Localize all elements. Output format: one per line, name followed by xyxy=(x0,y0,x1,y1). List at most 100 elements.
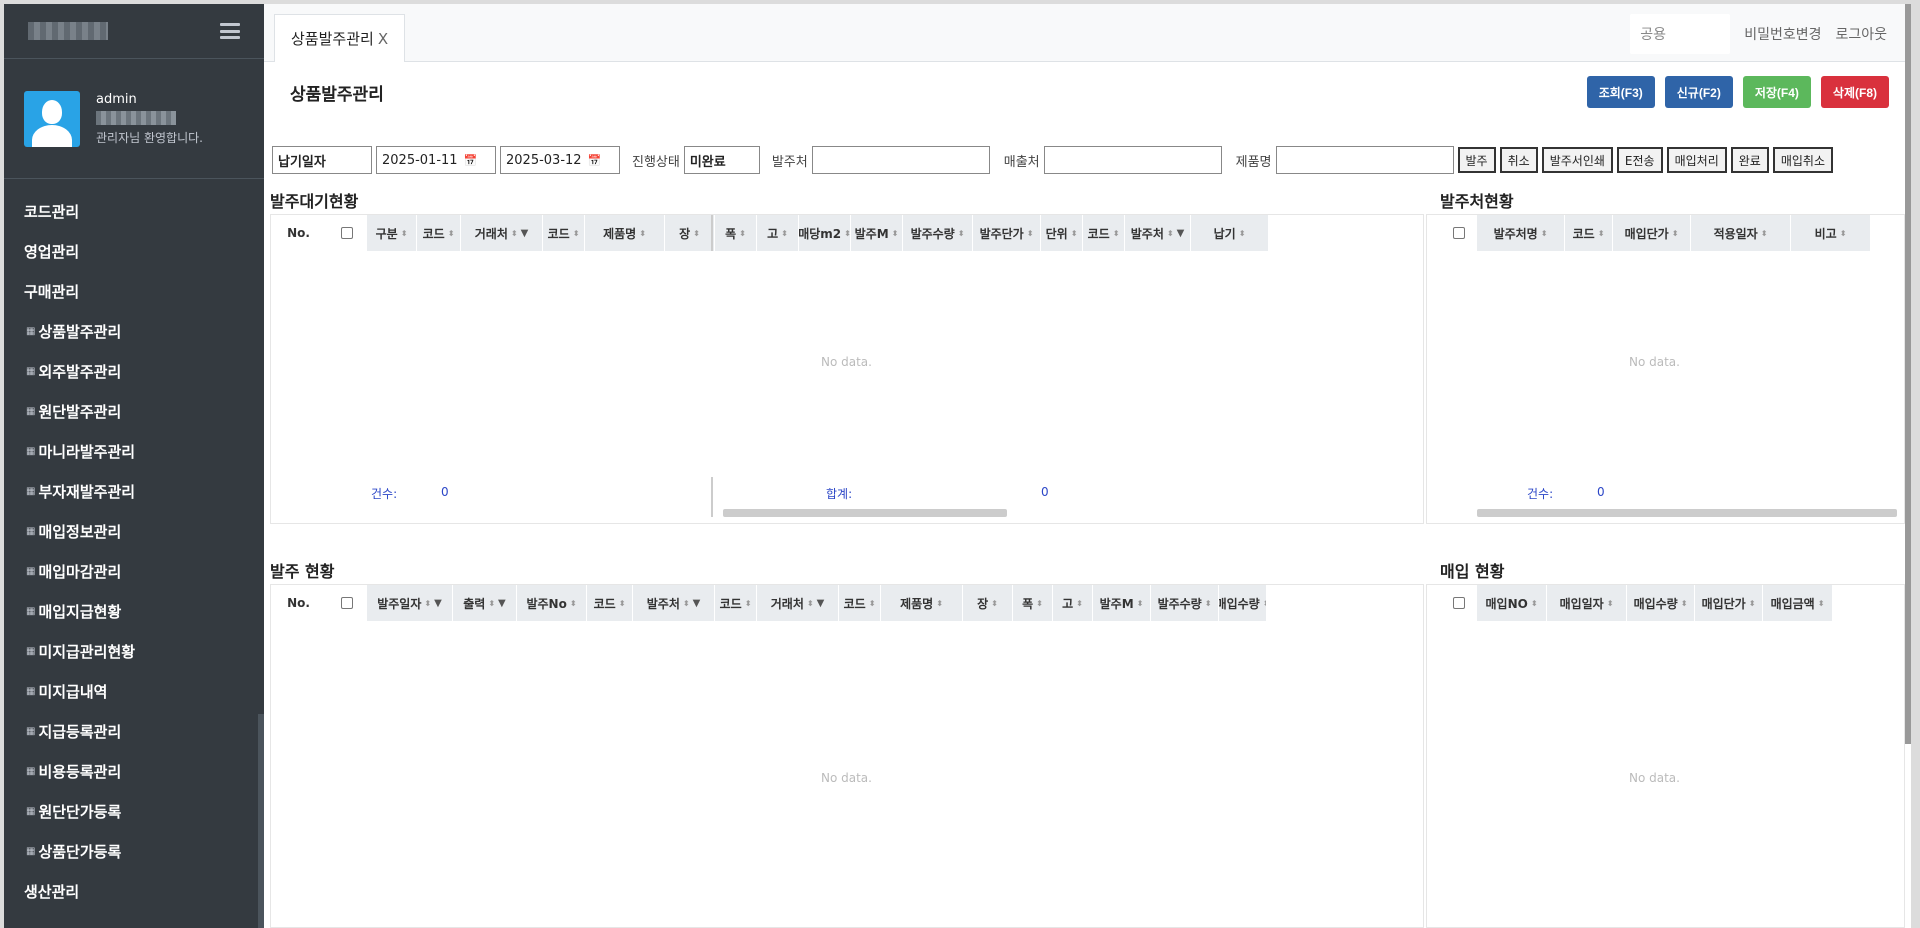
waiting-select-all-checkbox[interactable] xyxy=(340,227,353,239)
waiting-col-15[interactable]: 코드 ⬍ xyxy=(1083,215,1125,251)
orders-col-15[interactable]: 발주수량 ⬍ xyxy=(1151,585,1219,621)
orders-col-1[interactable] xyxy=(327,585,367,621)
sidebar-item-11[interactable]: ▦ 미지급관리현황 xyxy=(4,631,264,671)
sort-icon[interactable]: ⬍ xyxy=(1598,229,1605,238)
sort-icon[interactable]: ⬍ xyxy=(958,229,965,238)
sort-icon[interactable]: ⬍ xyxy=(1531,599,1538,608)
supplier-col-1[interactable]: 발주처명 ⬍ xyxy=(1477,215,1565,251)
purchase-col-1[interactable]: 매입NO ⬍ xyxy=(1477,585,1547,621)
status-select[interactable]: 미완료 xyxy=(683,146,760,174)
filter-icon[interactable]: ▼ xyxy=(434,598,442,609)
sort-icon[interactable]: ⬍ xyxy=(573,229,580,238)
sort-icon[interactable]: ⬍ xyxy=(1239,229,1246,238)
customer-input[interactable] xyxy=(1043,146,1222,174)
waiting-col-9[interactable]: 고 ⬍ xyxy=(757,215,799,251)
sort-icon[interactable]: ⬍ xyxy=(1205,599,1212,608)
orders-col-0[interactable]: No. xyxy=(271,585,327,621)
filter-icon[interactable]: ▼ xyxy=(693,598,701,609)
tab-close-icon[interactable]: X xyxy=(378,30,388,48)
orders-col-13[interactable]: 고 ⬍ xyxy=(1053,585,1093,621)
orders-col-10[interactable]: 제품명 ⬍ xyxy=(881,585,963,621)
sidebar-item-4[interactable]: ▦ 외주발주관리 xyxy=(4,351,264,391)
waiting-horizontal-scrollbar[interactable] xyxy=(723,509,1007,517)
tab-product-order[interactable]: 상품발주관리 X xyxy=(274,14,406,62)
product-input[interactable] xyxy=(1275,146,1454,174)
sort-icon[interactable]: ⬍ xyxy=(570,599,577,608)
sidebar-item-7[interactable]: ▦ 부자재발주관리 xyxy=(4,471,264,511)
orders-col-11[interactable]: 장 ⬍ xyxy=(963,585,1013,621)
filter-button-5[interactable]: 완료 xyxy=(1730,147,1769,173)
filter-button-0[interactable]: 발주 xyxy=(1457,147,1496,173)
waiting-col-13[interactable]: 발주단가 ⬍ xyxy=(973,215,1041,251)
supplier-col-0[interactable] xyxy=(1441,215,1477,251)
sort-icon[interactable]: ⬍ xyxy=(448,229,455,238)
sidebar-item-6[interactable]: ▦ 마니라발주관리 xyxy=(4,431,264,471)
orders-col-7[interactable]: 코드 ⬍ xyxy=(715,585,757,621)
filter-button-6[interactable]: 매입취소 xyxy=(1772,147,1834,173)
sort-icon[interactable]: ⬍ xyxy=(693,229,700,238)
sidebar-item-15[interactable]: ▦ 원단단가등록 xyxy=(4,791,264,831)
sort-icon[interactable]: ⬍ xyxy=(1076,599,1083,608)
sidebar-item-2[interactable]: 구매관리 xyxy=(4,271,264,311)
sort-icon[interactable]: ⬍ xyxy=(1263,599,1266,608)
filter-icon[interactable]: ▼ xyxy=(498,598,506,609)
sort-icon[interactable]: ⬍ xyxy=(1672,229,1679,238)
sort-icon[interactable]: ⬍ xyxy=(1137,599,1144,608)
sidebar-item-17[interactable]: 생산관리 xyxy=(4,871,264,911)
sort-icon[interactable]: ⬍ xyxy=(807,599,814,608)
purchase-col-5[interactable]: 매입금액 ⬍ xyxy=(1763,585,1833,621)
sidebar-item-16[interactable]: ▦ 상품단가등록 xyxy=(4,831,264,871)
waiting-col-6[interactable]: 제품명 ⬍ xyxy=(585,215,665,251)
orders-col-14[interactable]: 발주M ⬍ xyxy=(1093,585,1151,621)
logout-link[interactable]: 로그아웃 xyxy=(1835,24,1887,44)
sort-icon[interactable]: ⬍ xyxy=(683,599,690,608)
sort-icon[interactable]: ⬍ xyxy=(1167,229,1174,238)
filter-icon[interactable]: ▼ xyxy=(817,598,825,609)
waiting-col-16[interactable]: 발주처 ⬍ ▼ xyxy=(1125,215,1191,251)
new-button[interactable]: 신규(F2) xyxy=(1664,76,1733,108)
orders-select-all-checkbox[interactable] xyxy=(340,597,353,609)
orders-col-2[interactable]: 발주일자 ⬍ ▼ xyxy=(367,585,453,621)
waiting-col-17[interactable]: 납기 ⬍ xyxy=(1191,215,1269,251)
purchase-col-2[interactable]: 매입일자 ⬍ xyxy=(1547,585,1627,621)
sort-icon[interactable]: ⬍ xyxy=(991,599,998,608)
supplier-input[interactable] xyxy=(811,146,990,174)
date-from-input[interactable]: 2025-01-11 📅 xyxy=(376,146,496,174)
orders-col-5[interactable]: 코드 ⬍ xyxy=(587,585,633,621)
orders-col-6[interactable]: 발주처 ⬍ ▼ xyxy=(633,585,715,621)
sort-icon[interactable]: ⬍ xyxy=(488,599,495,608)
sort-icon[interactable]: ⬍ xyxy=(1761,229,1768,238)
sidebar-item-12[interactable]: ▦ 미지급내역 xyxy=(4,671,264,711)
sort-icon[interactable]: ⬍ xyxy=(1071,229,1078,238)
save-button[interactable]: 저장(F4) xyxy=(1742,76,1811,108)
sort-icon[interactable]: ⬍ xyxy=(619,599,626,608)
sort-icon[interactable]: ⬍ xyxy=(1840,229,1847,238)
supplier-select-all-checkbox[interactable] xyxy=(1452,227,1465,239)
sort-icon[interactable]: ⬍ xyxy=(424,599,431,608)
orders-col-16[interactable]: 매입수량⬍ xyxy=(1219,585,1267,621)
filter-icon[interactable]: ▼ xyxy=(521,228,529,239)
sort-icon[interactable]: ⬍ xyxy=(1541,229,1548,238)
sort-icon[interactable]: ⬍ xyxy=(739,229,746,238)
date-to-input[interactable]: 2025-03-12 📅 xyxy=(500,146,620,174)
waiting-col-10[interactable]: 매당m2 ⬍ xyxy=(799,215,851,251)
filter-icon[interactable]: ▼ xyxy=(1177,228,1185,239)
sort-icon[interactable]: ⬍ xyxy=(844,229,850,238)
waiting-col-11[interactable]: 발주M ⬍ xyxy=(851,215,903,251)
sidebar-item-8[interactable]: ▦ 매입정보관리 xyxy=(4,511,264,551)
sort-icon[interactable]: ⬍ xyxy=(936,599,943,608)
sort-icon[interactable]: ⬍ xyxy=(1113,229,1120,238)
sidebar-item-13[interactable]: ▦ 지급등록관리 xyxy=(4,711,264,751)
shared-field[interactable]: 공용 xyxy=(1630,14,1731,54)
supplier-col-2[interactable]: 코드 ⬍ xyxy=(1565,215,1613,251)
waiting-col-3[interactable]: 코드 ⬍ xyxy=(417,215,461,251)
purchase-col-3[interactable]: 매입수량 ⬍ xyxy=(1627,585,1695,621)
sort-icon[interactable]: ⬍ xyxy=(1818,599,1825,608)
filter-button-3[interactable]: E전송 xyxy=(1616,147,1663,173)
calendar-icon[interactable]: 📅 xyxy=(588,154,602,167)
calendar-icon[interactable]: 📅 xyxy=(464,154,478,167)
waiting-col-1[interactable] xyxy=(327,215,367,251)
sort-icon[interactable]: ⬍ xyxy=(511,229,518,238)
waiting-col-2[interactable]: 구분 ⬍ xyxy=(367,215,417,251)
waiting-col-8[interactable]: 폭 ⬍ xyxy=(715,215,757,251)
